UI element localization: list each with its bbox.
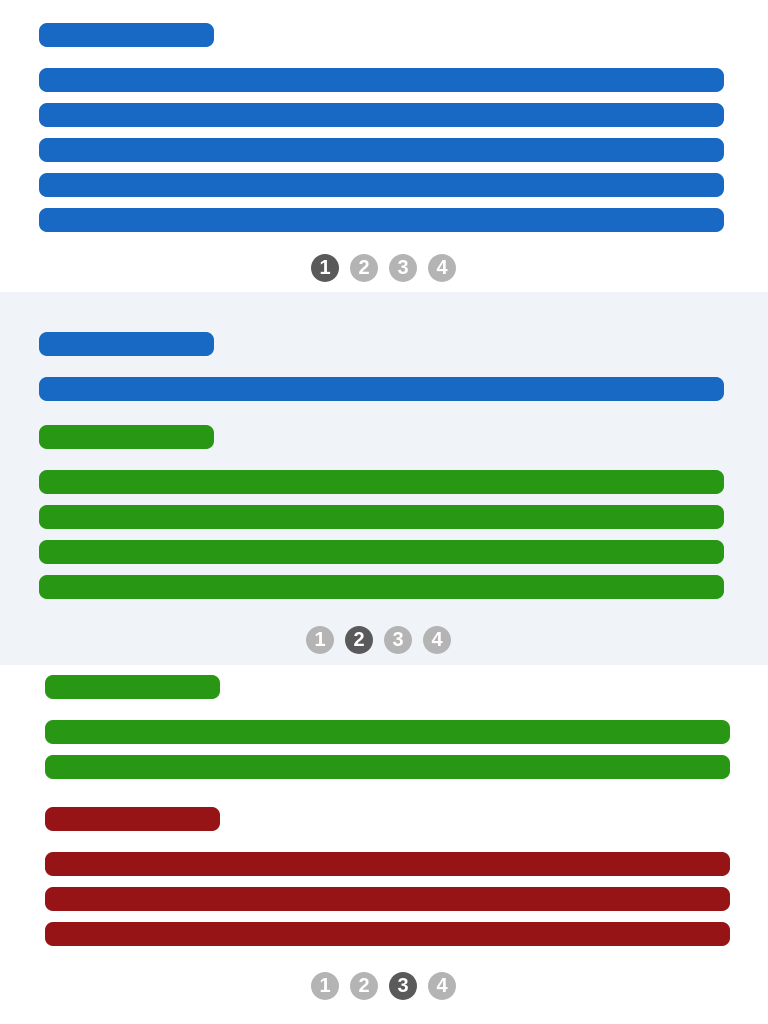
page-dot-2[interactable]: 2 — [345, 626, 373, 654]
page-dot-4[interactable]: 4 — [428, 972, 456, 1000]
page-dot-1[interactable]: 1 — [311, 254, 339, 282]
placeholder-line — [45, 852, 730, 876]
section-3: 1 2 3 4 — [0, 665, 768, 1024]
placeholder-line — [39, 540, 724, 564]
placeholder-heading — [39, 425, 214, 449]
page-dot-2[interactable]: 2 — [350, 254, 378, 282]
page-dot-4[interactable]: 4 — [423, 626, 451, 654]
placeholder-line — [45, 922, 730, 946]
placeholder-line — [39, 138, 724, 162]
placeholder-line — [39, 208, 724, 232]
section-1: 1 2 3 4 — [0, 0, 768, 292]
page-dot-3[interactable]: 3 — [389, 254, 417, 282]
placeholder-line — [39, 377, 724, 401]
placeholder-line — [39, 505, 724, 529]
placeholder-heading — [45, 675, 220, 699]
page-dot-4[interactable]: 4 — [428, 254, 456, 282]
page-dot-1[interactable]: 1 — [306, 626, 334, 654]
placeholder-line — [39, 575, 724, 599]
placeholder-line — [45, 720, 730, 744]
page-dot-1[interactable]: 1 — [311, 972, 339, 1000]
placeholder-line — [39, 68, 724, 92]
page-dot-3[interactable]: 3 — [389, 972, 417, 1000]
placeholder-heading — [39, 23, 214, 47]
placeholder-heading — [39, 332, 214, 356]
placeholder-line — [39, 103, 724, 127]
placeholder-line — [39, 470, 724, 494]
page-dot-2[interactable]: 2 — [350, 972, 378, 1000]
placeholder-line — [45, 755, 730, 779]
placeholder-heading — [45, 807, 220, 831]
page-dot-3[interactable]: 3 — [384, 626, 412, 654]
placeholder-line — [45, 887, 730, 911]
section-2: 1 2 3 4 — [0, 292, 768, 665]
placeholder-line — [39, 173, 724, 197]
